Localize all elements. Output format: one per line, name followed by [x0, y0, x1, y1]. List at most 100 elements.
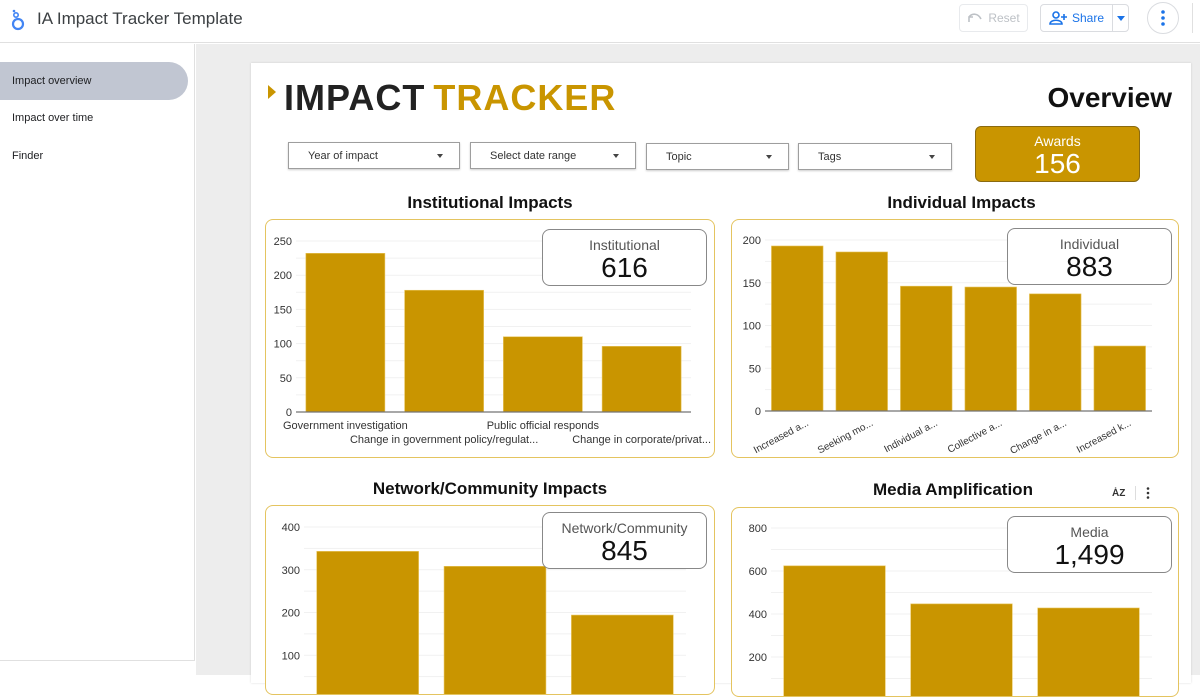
bar[interactable]: [771, 245, 824, 412]
y-tick-label: 250: [274, 236, 292, 248]
top-bar: IA Impact Tracker Template Reset Share: [0, 0, 1200, 43]
logo-text-tracker: TRACKER: [433, 77, 617, 118]
x-tick-label: Individual a...: [882, 418, 939, 455]
bar[interactable]: [964, 286, 1017, 412]
sidebar-item-label: Impact overview: [12, 75, 92, 87]
filter-label: Select date range: [490, 149, 577, 162]
reset-label: Reset: [988, 11, 1020, 25]
institutional-scorecard: Institutional 616: [542, 229, 707, 286]
scorecard-value: 1,499: [1054, 539, 1125, 570]
y-tick-label: 400: [749, 609, 767, 621]
app-title: IA Impact Tracker Template: [37, 9, 243, 28]
x-tick-label: Seeking mo...: [816, 418, 875, 456]
sort-az-icon[interactable]: ȦZ: [1112, 488, 1125, 499]
caret-down-icon: [613, 154, 619, 158]
y-tick-label: 200: [749, 652, 767, 664]
sidebar-item-impact-overview[interactable]: Impact overview: [0, 62, 188, 100]
filter-year-of-impact[interactable]: Year of impact: [288, 142, 460, 169]
impact-tracker-logo: IMPACT TRACKER: [268, 77, 617, 118]
bar[interactable]: [835, 251, 888, 412]
bar[interactable]: [910, 603, 1013, 697]
reset-button[interactable]: Reset: [959, 4, 1028, 32]
share-main[interactable]: Share: [1041, 5, 1112, 31]
share-dropdown-button[interactable]: [1112, 5, 1128, 31]
sidebar-item-label: Impact over time: [12, 112, 94, 124]
y-tick-label: 100: [274, 339, 292, 351]
scorecard-label: Media: [1070, 524, 1109, 540]
awards-label: Awards: [1034, 133, 1081, 149]
filter-label: Tags: [818, 150, 842, 163]
institutional-chart[interactable]: 0 50 100 150 200 250 Government investigation C…: [265, 219, 715, 458]
bar[interactable]: [900, 285, 953, 412]
divider: [1135, 486, 1137, 500]
scorecard-label: Individual: [1059, 236, 1120, 252]
bar[interactable]: [404, 289, 484, 413]
share-label: Share: [1071, 11, 1105, 25]
sidebar-item-impact-over-time[interactable]: Impact over time: [0, 99, 188, 137]
x-tick-label: Increased a...: [752, 418, 811, 456]
x-tick-label: Change in government policy/regulat...: [350, 434, 538, 446]
network-chart[interactable]: 100 200 300 400 Network/Community 845: [265, 505, 715, 695]
x-tick-label: Government investigation: [283, 420, 408, 432]
x-tick-label: Increased k...: [1075, 418, 1133, 456]
bar[interactable]: [305, 253, 386, 413]
individual-chart[interactable]: 0 50 100 150 200 Increased a... Seeking mo... I…: [731, 219, 1179, 458]
more-vert-icon: [1161, 10, 1165, 26]
filter-topic[interactable]: Topic: [646, 143, 789, 170]
scorecard-value: 883: [1066, 251, 1113, 282]
page-nav-sidebar: Impact overview Impact over time Finder: [0, 44, 195, 661]
awards-value: 156: [1034, 148, 1081, 179]
y-tick-label: 150: [274, 304, 292, 316]
logo-text-impact: IMPACT: [284, 77, 426, 118]
y-tick-label: 800: [749, 523, 767, 535]
sidebar-item-finder[interactable]: Finder: [0, 137, 188, 175]
scorecard-label: Network/Community: [561, 520, 688, 536]
media-chart[interactable]: 200 400 600 800 Media 1,499: [731, 507, 1179, 697]
y-tick-label: 50: [280, 373, 292, 385]
bar[interactable]: [571, 614, 674, 695]
media-title: Media Amplification: [873, 480, 1033, 499]
bar[interactable]: [1037, 607, 1140, 697]
filter-label: Year of impact: [308, 149, 378, 162]
bar[interactable]: [443, 566, 547, 695]
bar[interactable]: [1093, 345, 1146, 412]
filter-tags[interactable]: Tags: [798, 143, 952, 170]
undo-icon: [968, 13, 983, 22]
bar[interactable]: [503, 336, 583, 413]
y-tick-label: 0: [286, 407, 292, 419]
divider: [1192, 3, 1193, 33]
y-tick-label: 150: [743, 278, 761, 290]
individual-scorecard: Individual 883: [1007, 228, 1172, 285]
more-options-button[interactable]: [1147, 2, 1179, 34]
caret-down-icon: [1116, 15, 1125, 21]
caret-down-icon: [929, 155, 935, 159]
chart-toolbar: ȦZ: [1112, 486, 1150, 500]
y-tick-label: 400: [282, 522, 300, 534]
media-scorecard: Media 1,499: [1007, 516, 1172, 573]
vertical-scrollbar[interactable]: [1192, 44, 1200, 675]
add-person-icon: [1049, 11, 1067, 25]
sidebar-item-label: Finder: [12, 150, 44, 162]
more-vert-icon[interactable]: [1146, 487, 1150, 499]
y-tick-label: 100: [743, 321, 761, 333]
filter-date-range[interactable]: Select date range: [470, 142, 636, 169]
bar[interactable]: [1029, 293, 1082, 412]
institutional-title: Institutional Impacts: [407, 193, 573, 212]
bar[interactable]: [316, 551, 419, 695]
x-tick-label: Collective a...: [946, 418, 1004, 456]
caret-down-icon: [766, 155, 772, 159]
scorecard-label: Institutional: [589, 237, 660, 253]
caret-down-icon: [437, 154, 443, 158]
y-tick-label: 100: [282, 650, 300, 662]
y-tick-label: 200: [282, 608, 300, 620]
network-title: Network/Community Impacts: [372, 479, 608, 498]
share-button[interactable]: Share: [1040, 4, 1129, 32]
bar[interactable]: [783, 565, 886, 697]
y-tick-label: 200: [274, 270, 292, 282]
page-title: Overview: [1047, 82, 1172, 113]
filter-label: Topic: [666, 150, 692, 163]
y-tick-label: 300: [282, 565, 300, 577]
bar[interactable]: [601, 346, 682, 413]
individual-title: Individual Impacts: [887, 193, 1036, 212]
scorecard-value: 845: [601, 535, 648, 566]
